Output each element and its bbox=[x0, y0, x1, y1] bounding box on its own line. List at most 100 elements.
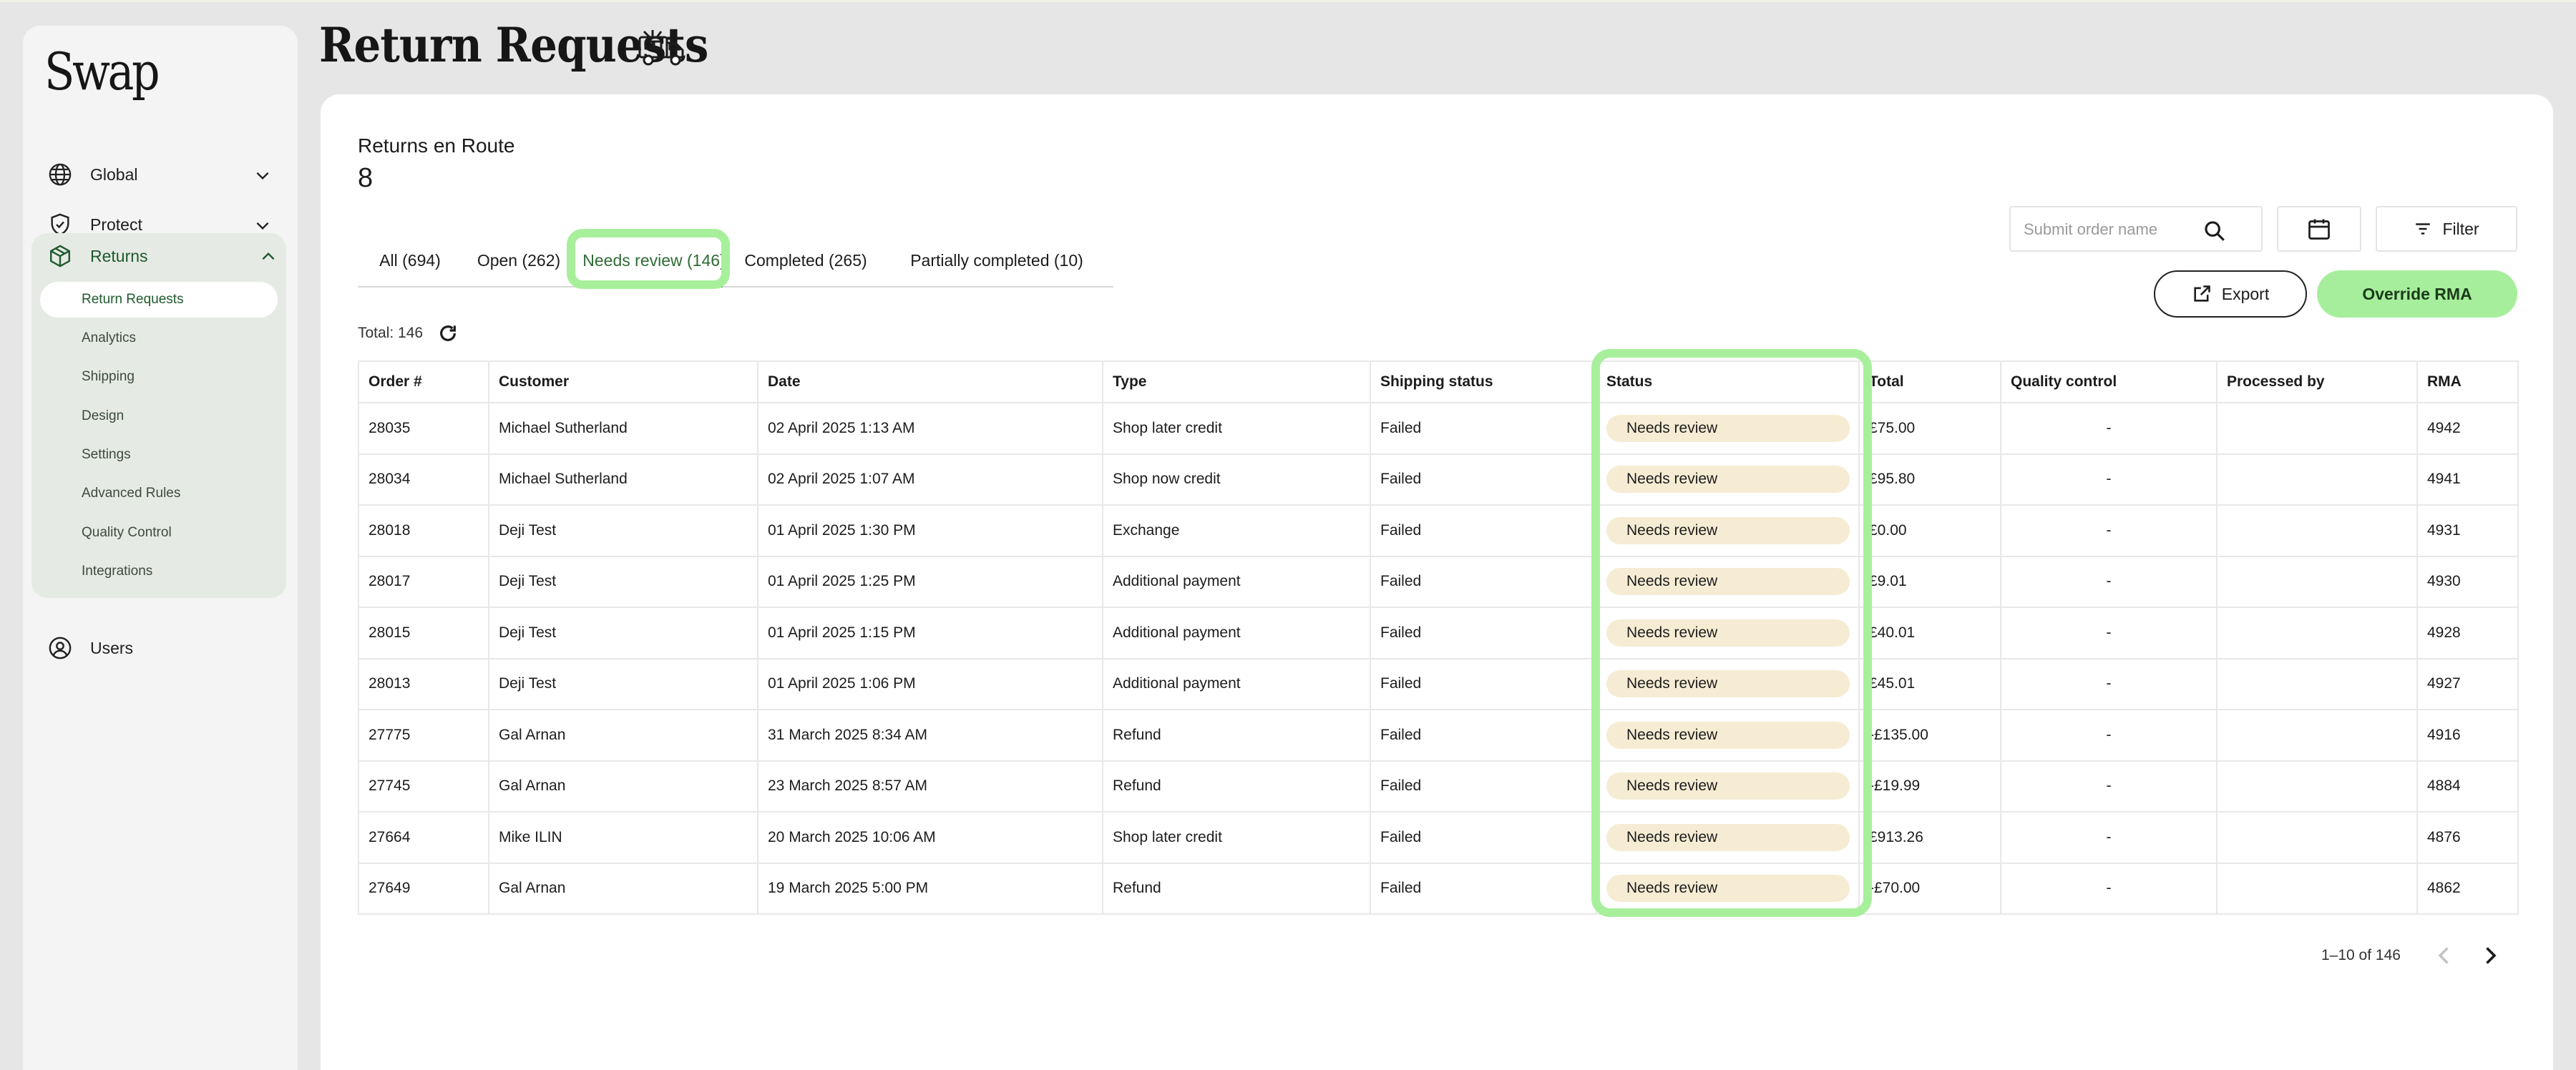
cell-total: £40.01 bbox=[1858, 607, 2001, 659]
cell-rma: 4884 bbox=[2416, 760, 2519, 813]
cell-customer: Mike ILIN bbox=[488, 811, 758, 864]
chevron-right-icon[interactable] bbox=[2477, 943, 2503, 968]
cell-status: Needs review bbox=[1596, 811, 1860, 864]
sidebar-item-users[interactable]: Users bbox=[46, 627, 289, 669]
cell-order-number: 27775 bbox=[358, 709, 489, 762]
sidebar-sub-settings[interactable]: Settings bbox=[40, 437, 278, 473]
column-header-customer[interactable]: Customer bbox=[488, 360, 758, 403]
table-row[interactable]: 28018 Deji Test 01 April 2025 1:30 PM Excha… bbox=[358, 504, 2519, 557]
search-input[interactable] bbox=[2024, 217, 2210, 242]
sidebar-item-returns[interactable]: Returns bbox=[46, 235, 286, 278]
sidebar-sub-advanced-rules[interactable]: Advanced Rules bbox=[40, 476, 278, 511]
cell-customer: Gal Arnan bbox=[488, 760, 758, 813]
table-row[interactable]: 28035 Michael Sutherland 02 April 2025 1:1… bbox=[358, 402, 2519, 455]
column-header-shipping-status[interactable]: Shipping status bbox=[1370, 360, 1597, 403]
cell-processed-by bbox=[2216, 862, 2418, 915]
tab-completed[interactable]: Completed (265) bbox=[733, 235, 879, 286]
cell-customer: Gal Arnan bbox=[488, 709, 758, 762]
cell-quality-control: - bbox=[2000, 607, 2218, 659]
cell-date: 01 April 2025 1:25 PM bbox=[757, 555, 1103, 608]
sidebar-sub-design[interactable]: Design bbox=[40, 398, 278, 434]
table-row[interactable]: 27745 Gal Arnan 23 March 2025 8:57 AM Refun… bbox=[358, 760, 2519, 813]
filter-button[interactable]: Filter bbox=[2376, 206, 2517, 252]
returns-en-route-label: Returns en Route bbox=[358, 134, 515, 157]
status-badge: Needs review bbox=[1606, 875, 1850, 903]
table-row[interactable]: 28015 Deji Test 01 April 2025 1:15 PM Addit… bbox=[358, 607, 2519, 659]
sidebar-item-label: Protect bbox=[90, 215, 142, 234]
cell-total: £9.01 bbox=[1858, 555, 2001, 608]
cell-quality-control: - bbox=[2000, 760, 2218, 813]
table-row[interactable]: 28034 Michael Sutherland 02 April 2025 1:0… bbox=[358, 453, 2519, 506]
table-row[interactable]: 27775 Gal Arnan 31 March 2025 8:34 AM Refun… bbox=[358, 709, 2519, 762]
column-header-type[interactable]: Type bbox=[1102, 360, 1371, 403]
sidebar-sub-quality-control[interactable]: Quality Control bbox=[40, 515, 278, 551]
returns-en-route-count: 8 bbox=[358, 163, 374, 193]
status-badge: Needs review bbox=[1606, 414, 1850, 442]
export-button[interactable]: Export bbox=[2154, 270, 2307, 318]
chevron-down-icon bbox=[256, 222, 269, 230]
cell-status: Needs review bbox=[1596, 555, 1860, 608]
override-rma-button[interactable]: Override RMA bbox=[2317, 270, 2517, 318]
sidebar: Swap Global Protect Returns Return Reque… bbox=[23, 26, 298, 1070]
column-header-date[interactable]: Date bbox=[757, 360, 1103, 403]
cell-customer: Deji Test bbox=[488, 504, 758, 557]
cell-quality-control: - bbox=[2000, 709, 2218, 762]
cell-customer: Deji Test bbox=[488, 657, 758, 710]
sidebar-item-global[interactable]: Global bbox=[46, 153, 289, 196]
status-badge: Needs review bbox=[1606, 466, 1850, 494]
cell-date: 31 March 2025 8:34 AM bbox=[757, 709, 1103, 762]
calendar-icon bbox=[2308, 219, 2330, 240]
cell-total: £913.26 bbox=[1858, 811, 2001, 864]
cell-processed-by bbox=[2216, 504, 2418, 557]
column-header-status[interactable]: Status bbox=[1596, 360, 1860, 403]
tab-open[interactable]: Open (262) bbox=[465, 235, 572, 286]
cell-processed-by bbox=[2216, 453, 2418, 506]
table-row[interactable]: 27664 Mike ILIN 20 March 2025 10:06 AM Shop… bbox=[358, 811, 2519, 864]
cell-rma: 4928 bbox=[2416, 607, 2519, 659]
column-header-rma[interactable]: RMA bbox=[2416, 360, 2519, 403]
cell-quality-control: - bbox=[2000, 555, 2218, 608]
cell-rma: 4916 bbox=[2416, 709, 2519, 762]
table-row[interactable]: 28013 Deji Test 01 April 2025 1:06 PM Addit… bbox=[358, 657, 2519, 710]
sidebar-sub-integrations[interactable]: Integrations bbox=[40, 554, 278, 589]
cell-date: 19 March 2025 5:00 PM bbox=[757, 862, 1103, 915]
tab-partially-completed[interactable]: Partially completed (10) bbox=[880, 235, 1113, 286]
chevron-left-icon[interactable] bbox=[2431, 943, 2457, 968]
refresh-icon[interactable] bbox=[436, 322, 459, 345]
cell-total: £0.00 bbox=[1858, 504, 2001, 557]
cell-customer: Michael Sutherland bbox=[488, 453, 758, 506]
column-header-quality-control[interactable]: Quality control bbox=[2000, 360, 2218, 403]
sidebar-sub-shipping[interactable]: Shipping bbox=[40, 359, 278, 395]
column-header-order[interactable]: Order # bbox=[358, 360, 489, 403]
sidebar-sub-return-requests[interactable]: Return Requests bbox=[40, 282, 278, 318]
tab-all[interactable]: All (694) bbox=[358, 235, 462, 286]
cell-type: Shop now credit bbox=[1102, 453, 1371, 506]
cell-customer: Deji Test bbox=[488, 555, 758, 608]
cell-type: Additional payment bbox=[1102, 657, 1371, 710]
cell-status: Needs review bbox=[1596, 657, 1860, 710]
box-icon bbox=[46, 242, 74, 270]
sidebar-sub-analytics[interactable]: Analytics bbox=[40, 320, 278, 356]
tab-needs-review[interactable]: Needs review (146) bbox=[575, 235, 733, 288]
table-row[interactable]: 28017 Deji Test 01 April 2025 1:25 PM Addit… bbox=[358, 555, 2519, 608]
cell-shipping-status: Failed bbox=[1370, 760, 1597, 813]
column-header-total[interactable]: Total bbox=[1858, 360, 2001, 403]
cell-shipping-status: Failed bbox=[1370, 504, 1597, 557]
cell-status: Needs review bbox=[1596, 402, 1860, 455]
cell-order-number: 28017 bbox=[358, 555, 489, 608]
column-header-processed-by[interactable]: Processed by bbox=[2216, 360, 2418, 403]
status-badge: Needs review bbox=[1606, 516, 1850, 544]
sidebar-item-label: Global bbox=[90, 165, 138, 184]
cell-quality-control: - bbox=[2000, 453, 2218, 506]
cell-shipping-status: Failed bbox=[1370, 402, 1597, 455]
date-picker-button[interactable] bbox=[2277, 206, 2361, 252]
cell-rma: 4862 bbox=[2416, 862, 2519, 915]
status-tabs: All (694) Open (262) Needs review (146) … bbox=[358, 235, 1113, 288]
status-badge: Needs review bbox=[1606, 670, 1850, 698]
cell-type: Refund bbox=[1102, 709, 1371, 762]
search-icon[interactable] bbox=[2202, 219, 2227, 243]
table-row[interactable]: 27649 Gal Arnan 19 March 2025 5:00 PM Refun… bbox=[358, 862, 2519, 915]
cell-processed-by bbox=[2216, 709, 2418, 762]
cell-customer: Deji Test bbox=[488, 607, 758, 659]
cell-date: 01 April 2025 1:06 PM bbox=[757, 657, 1103, 710]
